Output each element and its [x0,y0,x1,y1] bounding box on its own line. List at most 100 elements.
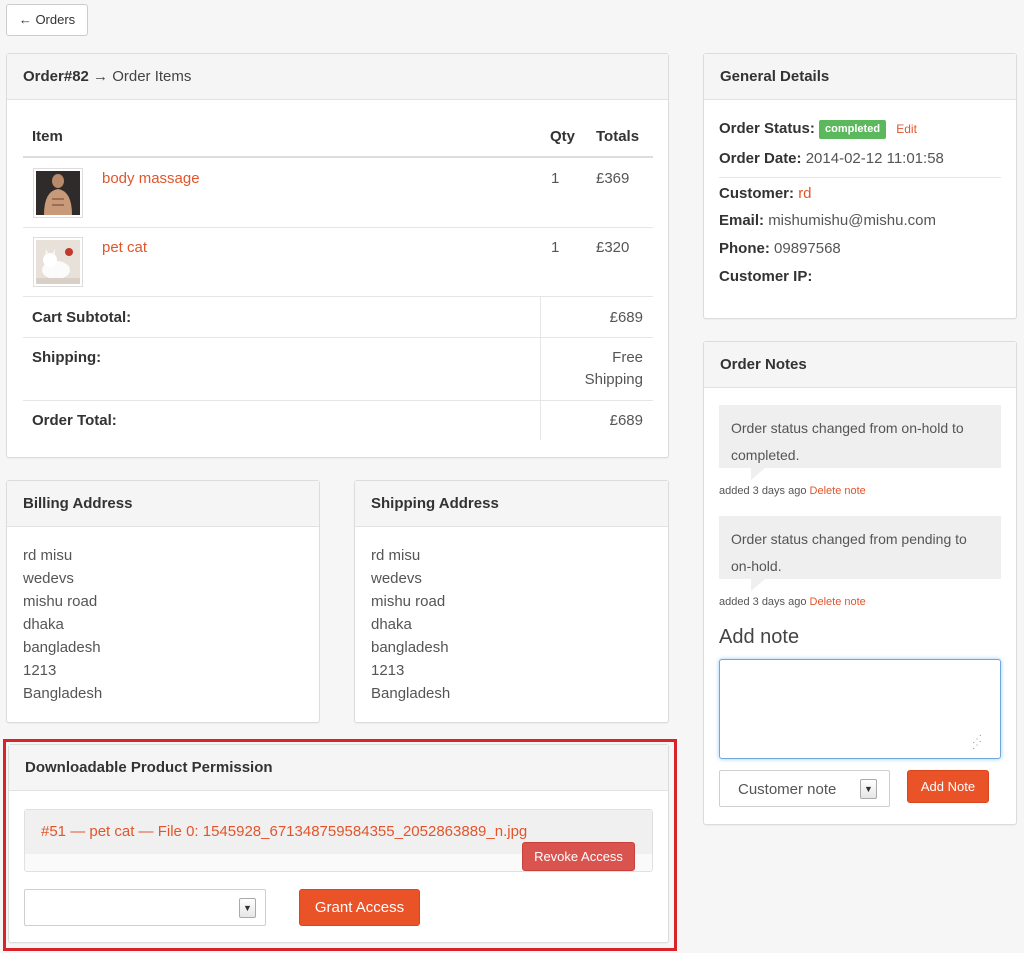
address-line: bangladesh [371,639,449,656]
billing-address-lines: rd misu wedevs mishu road dhaka banglade… [23,544,102,705]
delete-note-link[interactable]: Delete note [810,485,866,497]
add-note-button[interactable]: Add Note [907,770,989,803]
order-notes-panel: Order Notes Order status changed from on… [703,341,1017,825]
note-time: added 3 days ago [719,485,807,497]
address-line: dhaka [371,616,412,633]
shipping-address-lines: rd misu wedevs mishu road dhaka banglade… [371,544,450,705]
details-divider [719,177,1001,178]
address-line: wedevs [23,570,74,587]
back-to-orders-button[interactable]: ← Orders [6,4,88,36]
download-product-select[interactable]: ▼ [24,889,266,926]
row-divider [23,400,653,401]
revoke-access-button[interactable]: Revoke Access [522,842,635,871]
grant-access-button[interactable]: Grant Access [299,889,420,926]
shipping-address-panel: Shipping Address rd misu wedevs mishu ro… [354,480,669,723]
header-divider [23,156,653,158]
shipping-address-title: Shipping Address [355,481,668,527]
download-file-link[interactable]: #51 — pet cat — File 0: 1545928_67134875… [41,823,527,840]
row-divider [23,227,653,228]
product-link-pet-cat[interactable]: pet cat [102,239,147,256]
note-type-select[interactable]: Customer note ▼ [719,770,890,807]
downloadable-permission-panel: Downloadable Product Permission #51 — pe… [8,744,669,943]
address-line: 1213 [371,662,405,679]
cart-subtotal-label: Cart Subtotal: [32,309,132,326]
product-image [36,171,80,215]
customer-ip-label: Customer IP: [719,268,813,285]
downloadable-permission-title: Downloadable Product Permission [9,745,668,791]
address-line: rd misu [371,547,421,564]
address-line: Bangladesh [371,685,451,702]
row-divider [23,296,653,297]
column-item: Item [32,128,63,145]
add-note-title: Add note [719,626,800,648]
chevron-down-icon: ▼ [860,779,877,799]
customer-row: Customer: rd [719,185,812,202]
billing-address-panel: Billing Address rd misu wedevs mishu roa… [6,480,320,723]
address-line: wedevs [371,570,422,587]
row-qty: 1 [551,239,560,256]
phone-value: 09897568 [774,240,841,257]
note-time: added 3 days ago [719,596,807,608]
shipping-value-line2: Shipping [584,371,643,388]
phone-row: Phone: 09897568 [719,240,841,257]
order-number: Order#82 [23,68,89,85]
address-line: mishu road [23,593,98,610]
product-link-body-massage[interactable]: body massage [102,170,200,187]
note-type-value: Customer note [738,781,837,798]
address-line: rd misu [23,547,73,564]
order-date-row: Order Date: 2014-02-12 11:01:58 [719,150,944,167]
note-tail [751,579,765,591]
column-totals: Totals [596,128,640,145]
email-value: mishumishu@mishu.com [768,212,936,229]
edit-status-link[interactable]: Edit [896,122,917,136]
note-tail [751,468,765,480]
billing-address-title: Billing Address [7,481,319,527]
note-meta: added 3 days ago Delete note [719,485,866,497]
email-label: Email: [719,212,765,229]
product-thumbnail-pet-cat[interactable] [33,237,83,287]
email-row: Email: mishumishu@mishu.com [719,212,936,229]
back-button-label: Orders [35,12,76,27]
address-line: 1213 [23,662,57,679]
download-permission-item: #51 — pet cat — File 0: 1545928_67134875… [24,809,653,872]
address-line: dhaka [23,616,64,633]
order-items-title: → Order Items [88,68,192,85]
totals-column-divider [540,297,541,440]
customer-label: Customer: [719,185,795,202]
general-details-panel: General Details Order Status: completed … [703,53,1017,319]
product-thumbnail-body-massage[interactable] [33,168,83,218]
left-arrow-icon: ← [18,12,32,27]
order-items-header: Order#82 → Order Items [7,54,668,100]
customer-ip-row: Customer IP: [719,268,812,285]
row-total: £369 [596,170,630,187]
order-notes-title: Order Notes [704,342,1016,388]
customer-link[interactable]: rd [798,185,811,202]
note-content: Order status changed from on-hold to com… [719,405,1001,468]
address-line: bangladesh [23,639,101,656]
status-badge: completed [819,120,887,139]
row-qty: 1 [551,170,560,187]
order-total-value: £689 [609,412,643,429]
add-note-textarea[interactable] [719,659,1001,759]
chevron-down-icon: ▼ [239,898,256,918]
address-line: Bangladesh [23,685,103,702]
row-total: £320 [596,239,630,256]
cart-subtotal-value: £689 [609,309,643,326]
order-items-panel: Order#82 → Order Items Item Qty Totals b… [6,53,669,458]
resize-grip-icon[interactable]: ⋰ ⋰ [972,735,982,751]
phone-label: Phone: [719,240,770,257]
column-qty: Qty [550,128,576,145]
order-status-row: Order Status: completed Edit [719,120,917,139]
order-date-value: 2014-02-12 11:01:58 [805,150,944,167]
order-status-label: Order Status: [719,120,815,137]
order-total-label: Order Total: [32,412,117,429]
shipping-value-line1: Free [612,349,643,366]
product-image [36,240,80,284]
delete-note-link[interactable]: Delete note [810,596,866,608]
row-divider [23,337,653,338]
address-line: mishu road [371,593,446,610]
order-date-label: Order Date: [719,150,802,167]
note-content: Order status changed from pending to on-… [719,516,1001,579]
general-details-title: General Details [704,54,1016,100]
shipping-label: Shipping: [32,349,102,366]
